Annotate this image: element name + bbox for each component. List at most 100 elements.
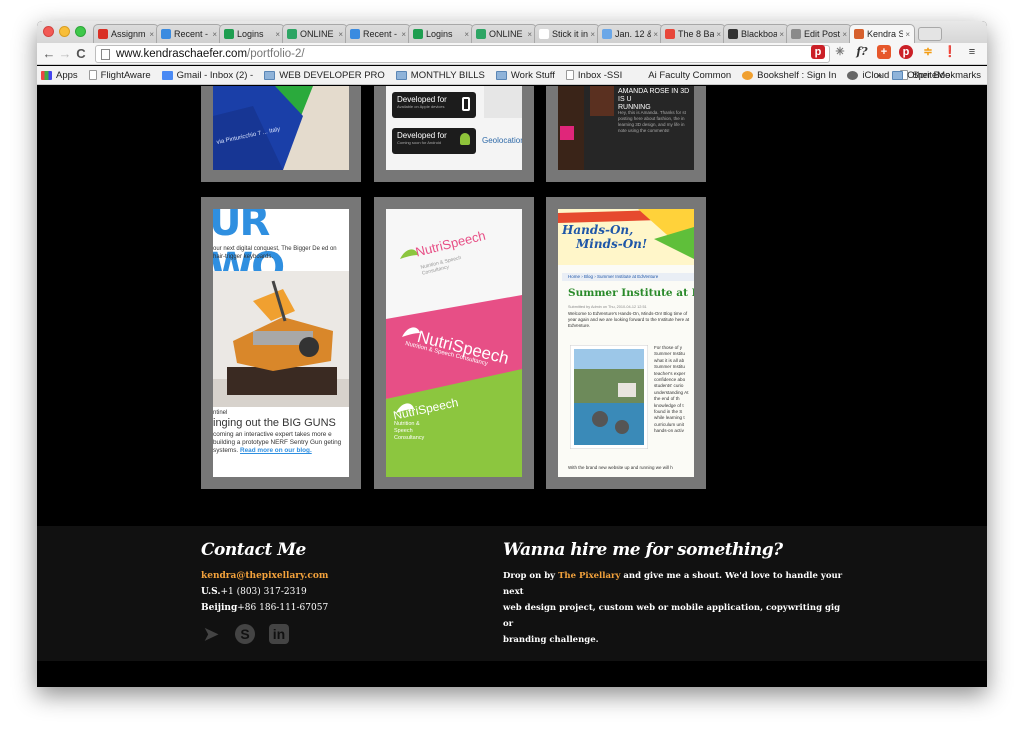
browser-tab[interactable]: ONLINE F× (471, 24, 537, 43)
browser-tab[interactable]: Logins × (408, 24, 474, 43)
edventure-breadcrumb[interactable]: Home › Blog › Summer Institute at EdVent… (562, 273, 694, 281)
minimize-window-button[interactable] (59, 26, 70, 37)
new-tab-button[interactable] (918, 27, 942, 41)
geolocation-label: Geolocation (482, 136, 522, 145)
tab-label: ONLINE F (300, 29, 336, 39)
url-host: www.kendraschaefer.com (116, 48, 248, 60)
pinterest-extension-icon[interactable]: p (811, 45, 825, 59)
tab-label: ONLINE F (489, 29, 525, 39)
tab-close-icon[interactable]: × (590, 30, 595, 39)
pinterest-pin-icon[interactable]: p (899, 45, 913, 59)
bookmark-label: Apps (56, 69, 78, 81)
tab-close-icon[interactable]: × (149, 30, 154, 39)
extension-icon[interactable]: ❗ (943, 45, 957, 59)
hands-on-logo: Hands-On, (562, 223, 634, 237)
bookmark-item[interactable]: Inbox -SSI (565, 70, 622, 81)
portfolio-tile-app[interactable]: Developed for Available on Apple devices… (374, 86, 534, 182)
linkedin-icon[interactable]: in (269, 624, 289, 644)
portfolio-tile-amanda[interactable]: AMANDA ROSE IN 3D IS U RUNNING Hey, this… (546, 86, 706, 182)
tag-text: ntinel (213, 410, 228, 416)
bookmarks-overflow-chevron[interactable]: » (877, 70, 882, 81)
tab-close-icon[interactable]: × (905, 30, 910, 39)
apple-icon (847, 70, 859, 80)
portfolio-shot: Hands-On, Minds-On! Home › Blog › Summer… (558, 209, 694, 477)
bookmark-label: Work Stuff (510, 69, 555, 81)
app-store-badge[interactable]: Developed for Available on Apple devices (392, 92, 476, 118)
bookmark-item[interactable]: Apps (41, 70, 78, 81)
extension-sparkle-icon[interactable]: ✳ (833, 45, 847, 59)
bookmark-item[interactable]: Work Stuff (495, 69, 555, 81)
edventure-header: Hands-On, Minds-On! (558, 209, 694, 265)
tab-close-icon[interactable]: × (716, 30, 721, 39)
browser-tab[interactable]: Jan. 12 & × (597, 24, 663, 43)
pixellary-link[interactable]: The Pixellary (558, 571, 620, 581)
bookmark-label: Bookshelf : Sign In (757, 69, 837, 81)
other-bookmarks-folder[interactable]: Other Bookmarks (892, 70, 981, 81)
menu-icon[interactable]: ≡ (965, 45, 979, 59)
portfolio-tile-bigger-dev[interactable]: UR WO our next digital conquest, The Big… (201, 197, 361, 489)
tab-close-icon[interactable]: × (527, 30, 532, 39)
guns-body: coming an interactive expert takes more … (213, 431, 342, 454)
forward-arrow-icon[interactable]: → (57, 46, 73, 61)
folder-icon (892, 70, 904, 80)
bookmark-item[interactable]: MONTHLY BILLS (395, 70, 485, 81)
bookmarks-bar: Apps FlightAware Gmail - Inbox (2) - WEB D… (37, 66, 987, 85)
tab-label: Recent - (363, 29, 398, 39)
read-more-link[interactable]: Read more on our blog. (240, 447, 312, 454)
tab-bar: Assignm×Recent -×Logins×ONLINE F×Recent … (37, 21, 987, 43)
browser-tab[interactable]: Edit Post × (786, 24, 852, 43)
tab-close-icon[interactable]: × (401, 30, 406, 39)
browser-tab[interactable]: ONLINE F× (282, 24, 348, 43)
browser-tab[interactable]: Assignm × (93, 24, 159, 43)
portfolio-shot: Developed for Available on Apple devices… (386, 86, 522, 170)
bookmark-label: Gmail - Inbox (2) - (176, 69, 254, 81)
browser-tab[interactable]: Logins × (219, 24, 285, 43)
tab-favicon-icon (854, 29, 864, 39)
bookmark-item[interactable]: Bookshelf : Sign In (742, 70, 836, 81)
extension-plus-icon[interactable]: + (877, 45, 891, 59)
bookmark-item[interactable]: Ai Faculty Common (633, 70, 731, 81)
browser-tab[interactable]: Kendra S × (849, 24, 915, 43)
tab-close-icon[interactable]: × (779, 30, 784, 39)
portfolio-shot: via Pinturicchio 7 ... Italy (213, 86, 349, 170)
fontface-extension-icon[interactable]: f? (855, 45, 869, 59)
android-badge[interactable]: Developed for Coming soon for Android (392, 128, 476, 154)
contact-email-link[interactable]: kendra@thepixellary.com (201, 568, 328, 584)
browser-tab[interactable]: Stick it in × (534, 24, 600, 43)
rss-icon[interactable]: ≑ (921, 45, 935, 59)
us-phone: U.S.+1 (803) 317-2319 (201, 587, 307, 597)
portfolio-tile-blueberry[interactable]: via Pinturicchio 7 ... Italy (201, 86, 361, 182)
browser-tab[interactable]: Recent - × (345, 24, 411, 43)
extensions-area: p ✳ f? + p ≑ ❗ ≡ (811, 45, 979, 59)
browser-tab[interactable]: Recent - × (156, 24, 222, 43)
zoom-window-button[interactable] (75, 26, 86, 37)
book-icon (742, 70, 754, 80)
twitter-icon[interactable]: ➤ (201, 624, 221, 644)
tab-close-icon[interactable]: × (653, 30, 658, 39)
page-bottom (37, 661, 987, 687)
browser-tab[interactable]: Blackboa × (723, 24, 789, 43)
tab-label: Edit Post (804, 29, 841, 39)
tab-close-icon[interactable]: × (338, 30, 343, 39)
tab-close-icon[interactable]: × (842, 30, 847, 39)
browser-window: Assignm×Recent -×Logins×ONLINE F×Recent … (37, 21, 987, 687)
tab-favicon-icon (602, 29, 612, 39)
close-window-button[interactable] (43, 26, 54, 37)
bookmark-item[interactable]: WEB DEVELOPER PRO (264, 70, 385, 81)
tab-close-icon[interactable]: × (464, 30, 469, 39)
bookmark-item[interactable]: Gmail - Inbox (2) - (161, 69, 254, 81)
address-bar[interactable]: www.kendraschaefer.com/portfolio-2/ ☆ (95, 45, 830, 63)
portfolio-tile-nutrispeech[interactable]: NutriSpeech Nutrition & Speech Consultan… (374, 197, 534, 489)
tab-close-icon[interactable]: × (275, 30, 280, 39)
apps-icon (41, 70, 52, 80)
hire-section: Wanna hire me for something? Drop on by … (503, 540, 843, 648)
skype-icon[interactable]: S (235, 624, 255, 644)
back-arrow-icon[interactable]: ← (41, 46, 57, 61)
tab-close-icon[interactable]: × (212, 30, 217, 39)
tab-label: Recent - (174, 29, 209, 39)
browser-tab[interactable]: The 8 Ba × (660, 24, 726, 43)
page-icon (101, 48, 110, 60)
reload-icon[interactable]: C (73, 46, 89, 61)
portfolio-tile-edventure[interactable]: Hands-On, Minds-On! Home › Blog › Summer… (546, 197, 706, 489)
bookmark-item[interactable]: FlightAware (88, 70, 151, 81)
